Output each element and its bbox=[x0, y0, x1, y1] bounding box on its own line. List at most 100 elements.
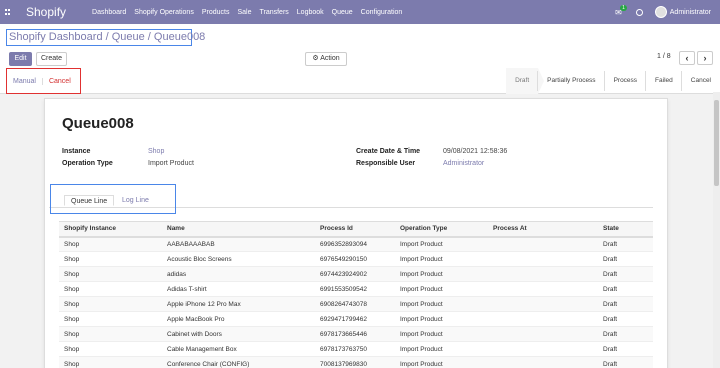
col-operation-type[interactable]: Operation Type bbox=[395, 221, 488, 238]
cell-operation-type: Import Product bbox=[395, 341, 488, 357]
table-row[interactable]: Shop Acoustic Bloc Screens 6976549290150 Im… bbox=[59, 251, 653, 267]
cell-process-at bbox=[488, 251, 597, 267]
operation-type-label: Operation Type bbox=[62, 160, 113, 167]
cell-name: Acoustic Bloc Screens bbox=[162, 251, 315, 267]
status-cancel: Cancel bbox=[680, 68, 720, 94]
cell-process-id: 6976549290150 bbox=[315, 251, 395, 267]
cell-state: Draft bbox=[597, 266, 653, 282]
chat-icon[interactable]: ✉ 1 bbox=[615, 4, 627, 17]
cell-name: Cable Management Box bbox=[162, 341, 315, 357]
app-brand[interactable]: Shopify bbox=[26, 5, 66, 19]
action-button[interactable]: ⚙ Action bbox=[305, 52, 347, 66]
cell-process-id: 6978173763750 bbox=[315, 341, 395, 357]
queue-line-table: Shopify Instance Name Process Id Operati… bbox=[59, 221, 653, 368]
tab-queue-line[interactable]: Queue Line bbox=[64, 195, 115, 206]
table-row[interactable]: Shop Cabinet with Doors 6978173665446 Impor… bbox=[59, 326, 653, 342]
scrollbar-thumb[interactable] bbox=[714, 100, 719, 186]
cell-operation-type: Import Product bbox=[395, 311, 488, 327]
cell-instance: Shop bbox=[59, 236, 162, 252]
menu-products[interactable]: Products bbox=[202, 9, 230, 16]
table-row[interactable]: Shop Conference Chair (CONFIG) 70081379698… bbox=[59, 356, 653, 368]
cell-instance: Shop bbox=[59, 266, 162, 282]
cell-process-id: 6978173665446 bbox=[315, 326, 395, 342]
user-menu[interactable]: Administrator bbox=[670, 9, 711, 16]
instance-value[interactable]: Shop bbox=[148, 148, 164, 155]
cell-instance: Shop bbox=[59, 251, 162, 267]
cell-process-id: 6974423924902 bbox=[315, 266, 395, 282]
col-shopify-instance[interactable]: Shopify Instance bbox=[59, 221, 162, 238]
menu-sale[interactable]: Sale bbox=[237, 9, 251, 16]
create-button[interactable]: Create bbox=[36, 52, 67, 66]
table-row[interactable]: Shop Adidas T-shirt 6991553509542 Import Pr… bbox=[59, 281, 653, 297]
col-state[interactable]: State bbox=[597, 221, 653, 238]
instance-row: Instance bbox=[62, 148, 90, 158]
menu-dashboard[interactable]: Dashboard bbox=[92, 9, 126, 16]
menu-configuration[interactable]: Configuration bbox=[361, 9, 403, 16]
status-pipeline: Draft Partially Process Process Failed C… bbox=[506, 68, 720, 94]
cell-state: Draft bbox=[597, 341, 653, 357]
status-failed: Failed bbox=[645, 68, 682, 94]
cell-process-id: 6929471799462 bbox=[315, 311, 395, 327]
cancel-button[interactable]: Cancel bbox=[41, 77, 77, 85]
cell-name: Adidas T-shirt bbox=[162, 281, 315, 297]
col-process-id[interactable]: Process Id bbox=[315, 221, 395, 238]
create-date-label: Create Date & Time bbox=[356, 148, 421, 155]
table-row[interactable]: Shop Cable Management Box 6978173763750 Imp… bbox=[59, 341, 653, 357]
responsible-value[interactable]: Administrator bbox=[443, 160, 484, 167]
apps-menu-icon[interactable] bbox=[5, 9, 11, 15]
table-row[interactable]: Shop AABABAAABAB 6996352893094 Import Produ… bbox=[59, 236, 653, 252]
systray: ✉ 1 Administrator bbox=[615, 0, 720, 24]
col-name[interactable]: Name bbox=[162, 221, 315, 238]
cell-name: AABABAAABAB bbox=[162, 236, 315, 252]
responsible-value-row: Administrator bbox=[443, 160, 484, 170]
breadcrumb[interactable]: Shopify Dashboard / Queue / Queue008 bbox=[6, 29, 205, 46]
cell-process-at bbox=[488, 236, 597, 252]
header-buttons: Manual Cancel bbox=[6, 68, 81, 94]
table-row[interactable]: Shop Apple iPhone 12 Pro Max 6908264743078… bbox=[59, 296, 653, 312]
page-scrollbar[interactable] bbox=[713, 92, 720, 368]
cell-process-at bbox=[488, 326, 597, 342]
cell-instance: Shop bbox=[59, 341, 162, 357]
operation-type-row: Operation Type bbox=[62, 160, 113, 170]
cell-process-at bbox=[488, 281, 597, 297]
cell-instance: Shop bbox=[59, 311, 162, 327]
gear-icon: ⚙ bbox=[312, 55, 321, 62]
menu-queue[interactable]: Queue bbox=[332, 9, 353, 16]
cell-process-at bbox=[488, 266, 597, 282]
create-date-row: Create Date & Time bbox=[356, 148, 420, 158]
table-row[interactable]: Shop adidas 6974423924902 Import Product Dra… bbox=[59, 266, 653, 282]
cell-process-id: 6991553509542 bbox=[315, 281, 395, 297]
menu-logbook[interactable]: Logbook bbox=[297, 9, 324, 16]
pager-value[interactable]: 1 / 8 bbox=[657, 53, 671, 60]
manual-button[interactable]: Manual bbox=[7, 78, 42, 85]
cell-name: Apple MacBook Pro bbox=[162, 311, 315, 327]
cell-name: Apple iPhone 12 Pro Max bbox=[162, 296, 315, 312]
col-process-at[interactable]: Process At bbox=[488, 221, 597, 238]
form-sheet: Queue008 Instance Shop Operation Type Im… bbox=[44, 98, 668, 368]
responsible-label: Responsible User bbox=[356, 160, 416, 167]
cell-operation-type: Import Product bbox=[395, 281, 488, 297]
edit-button[interactable]: Edit bbox=[9, 52, 32, 66]
pager-next-button[interactable]: › bbox=[697, 51, 713, 65]
cell-state: Draft bbox=[597, 326, 653, 342]
create-date-value-row: 09/08/2021 12:58:36 bbox=[443, 148, 507, 158]
operation-type-value-row: Import Product bbox=[148, 160, 194, 170]
cell-name: adidas bbox=[162, 266, 315, 282]
instance-value-row: Shop bbox=[148, 148, 164, 158]
cell-operation-type: Import Product bbox=[395, 251, 488, 267]
cell-name: Cabinet with Doors bbox=[162, 326, 315, 342]
table-row[interactable]: Shop Apple MacBook Pro 6929471799462 Import… bbox=[59, 311, 653, 327]
menu-shopify-operations[interactable]: Shopify Operations bbox=[134, 9, 194, 16]
cell-instance: Shop bbox=[59, 281, 162, 297]
cell-operation-type: Import Product bbox=[395, 326, 488, 342]
cell-state: Draft bbox=[597, 236, 653, 252]
operation-type-value: Import Product bbox=[148, 160, 194, 167]
avatar[interactable] bbox=[654, 6, 667, 18]
cell-operation-type: Import Product bbox=[395, 296, 488, 312]
tab-log-line[interactable]: Log Line bbox=[116, 195, 155, 206]
cell-instance: Shop bbox=[59, 356, 162, 368]
notebook-tabs: Queue Line Log Line bbox=[50, 184, 176, 214]
clock-icon[interactable] bbox=[635, 8, 643, 16]
pager-previous-button[interactable]: ‹ bbox=[679, 51, 695, 65]
menu-transfers[interactable]: Transfers bbox=[259, 9, 288, 16]
